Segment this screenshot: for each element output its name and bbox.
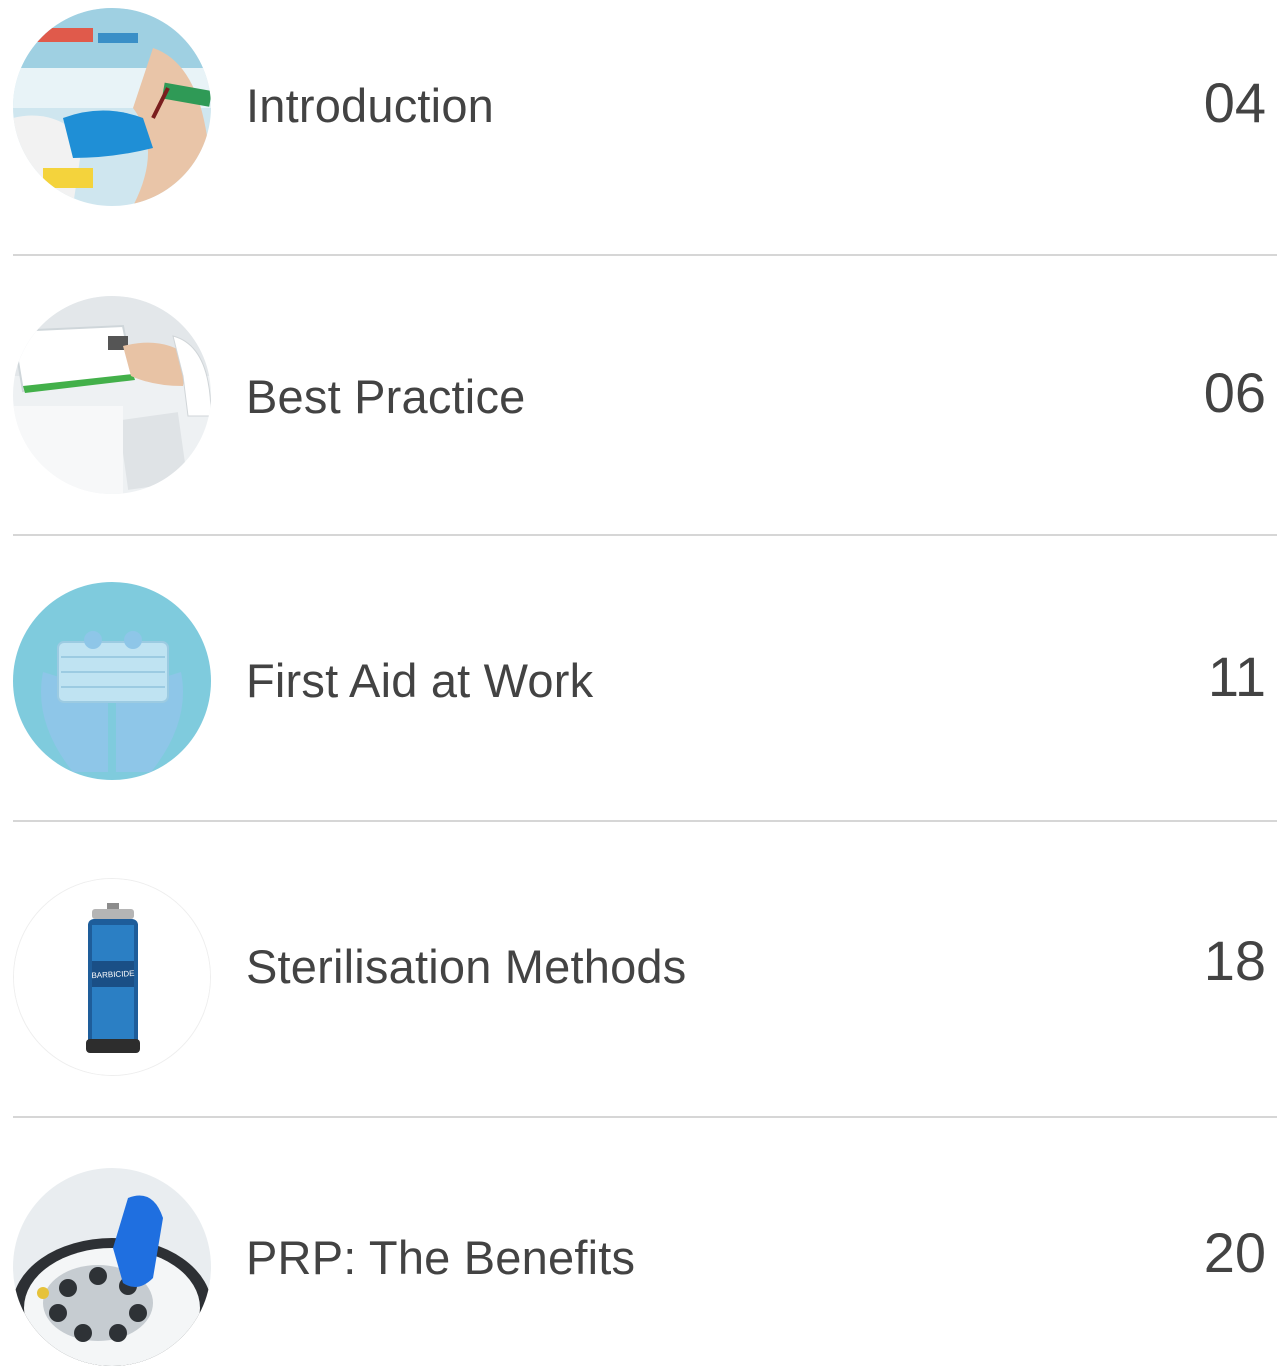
- blood-draw-photo: [13, 8, 211, 206]
- gloved-hands-mask-photo: [13, 582, 211, 780]
- clipboard-handover-photo: [13, 296, 211, 494]
- toc-entry-page-number: 06: [1203, 361, 1266, 424]
- toc-entry-title: Best Practice: [246, 370, 526, 423]
- toc-entry-title: Introduction: [246, 79, 495, 132]
- toc-entry-page-number: 18: [1203, 929, 1266, 992]
- toc-entry-page-number: 20: [1203, 1221, 1266, 1284]
- table-of-contents: Introduction 04 Best Practice 06 First A…: [0, 0, 1277, 1367]
- toc-entry-title: Sterilisation Methods: [246, 940, 687, 993]
- barbicide-jar-photo: BARBICIDE: [13, 878, 211, 1076]
- toc-entry-first-aid-at-work[interactable]: First Aid at Work 11: [0, 536, 1277, 820]
- toc-entry-introduction[interactable]: Introduction 04: [0, 0, 1277, 254]
- toc-entry-title: PRP: The Benefits: [246, 1231, 636, 1284]
- toc-entry-page-number: 04: [1203, 71, 1266, 134]
- centrifuge-photo: [13, 1168, 211, 1366]
- toc-entry-sterilisation-methods[interactable]: BARBICIDE Sterilisation Methods 18: [0, 822, 1277, 1116]
- toc-entry-page-number: 11: [1207, 645, 1266, 708]
- toc-entry-prp-the-benefits[interactable]: PRP: The Benefits 20: [0, 1118, 1277, 1367]
- toc-entry-best-practice[interactable]: Best Practice 06: [0, 256, 1277, 534]
- toc-entry-title: First Aid at Work: [246, 654, 594, 707]
